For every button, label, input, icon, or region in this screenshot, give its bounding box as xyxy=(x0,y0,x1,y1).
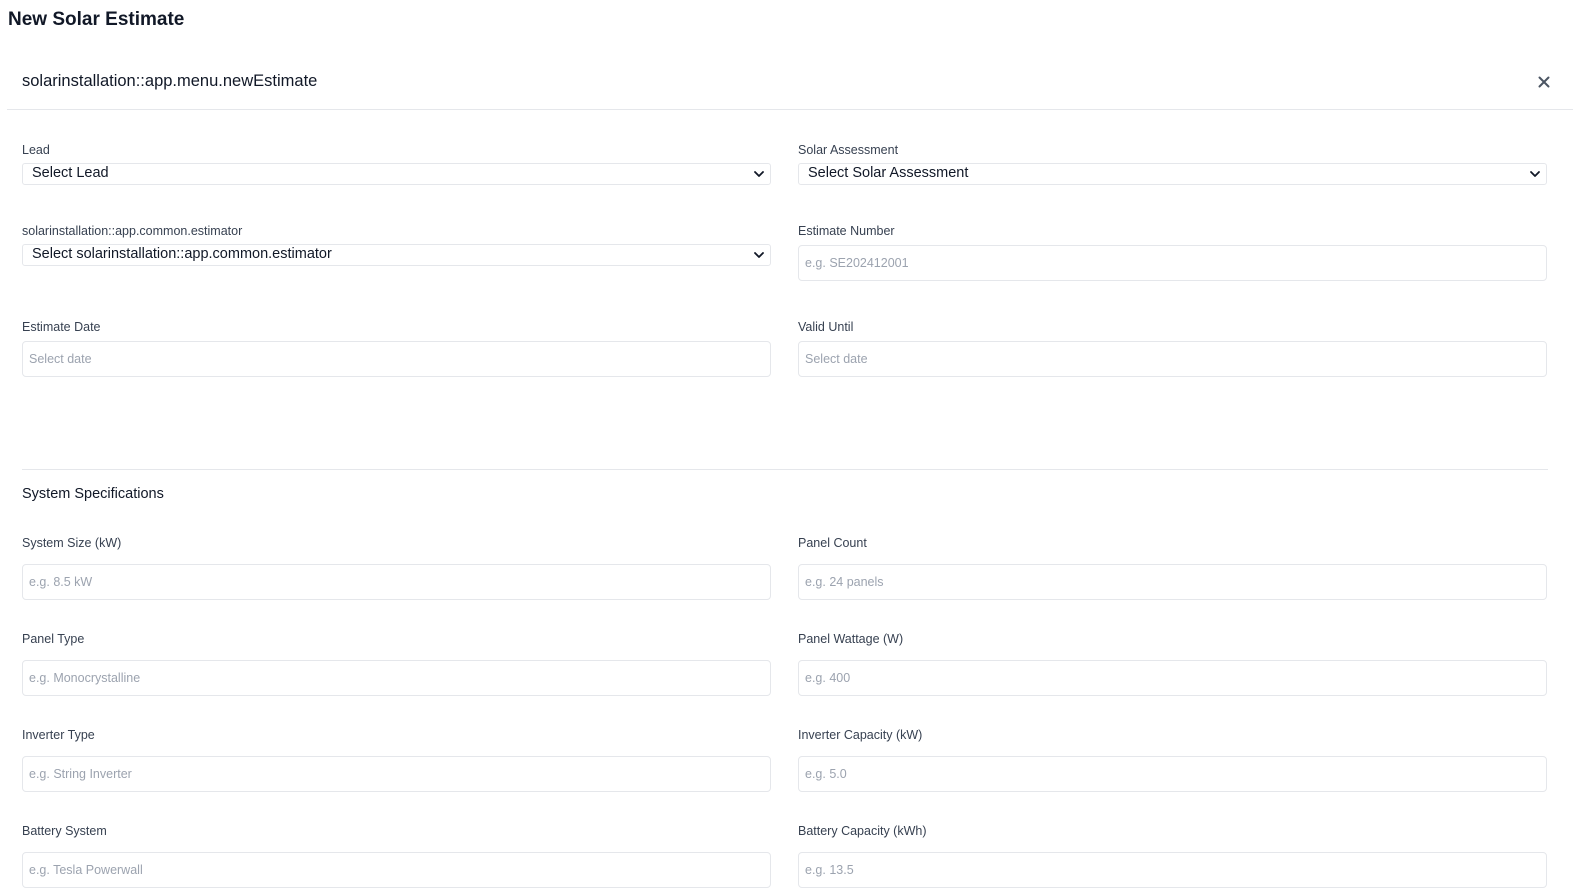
panel-type-input-wrapper xyxy=(22,660,771,696)
estimate-number-label: Estimate Number xyxy=(798,224,895,238)
inverter-capacity-label: Inverter Capacity (kW) xyxy=(798,728,923,742)
lead-label: Lead xyxy=(22,143,50,157)
valid-until-input[interactable] xyxy=(799,342,1546,376)
chevron-down-icon xyxy=(754,252,764,258)
estimate-date-input[interactable] xyxy=(23,342,770,376)
battery-capacity-input-wrapper xyxy=(798,852,1547,888)
estimator-select-value: Select solarinstallation::app.common.est… xyxy=(32,246,332,262)
lead-select[interactable]: Select Lead xyxy=(22,163,771,185)
inverter-capacity-input[interactable] xyxy=(799,757,1546,791)
page-title: New Solar Estimate xyxy=(8,9,185,30)
estimate-number-input[interactable] xyxy=(799,246,1546,280)
inverter-type-input[interactable] xyxy=(23,757,770,791)
modal-title: solarinstallation::app.menu.newEstimate xyxy=(22,72,318,90)
chevron-down-icon xyxy=(1530,171,1540,177)
estimator-label: solarinstallation::app.common.estimator xyxy=(22,224,243,238)
panel-count-input-wrapper xyxy=(798,564,1547,600)
close-icon xyxy=(1538,76,1550,88)
estimator-select[interactable]: Select solarinstallation::app.common.est… xyxy=(22,244,771,266)
inverter-capacity-input-wrapper xyxy=(798,756,1547,792)
panel-wattage-label: Panel Wattage (W) xyxy=(798,632,904,646)
system-size-input[interactable] xyxy=(23,565,770,599)
modal-header: solarinstallation::app.menu.newEstimate xyxy=(7,56,1573,110)
battery-capacity-input[interactable] xyxy=(799,853,1546,887)
battery-system-input-wrapper xyxy=(22,852,771,888)
valid-until-label: Valid Until xyxy=(798,320,854,334)
panel-count-label: Panel Count xyxy=(798,536,867,550)
valid-until-input-wrapper xyxy=(798,341,1547,377)
chevron-down-icon xyxy=(754,171,764,177)
system-size-input-wrapper xyxy=(22,564,771,600)
system-size-label: System Size (kW) xyxy=(22,536,122,550)
panel-type-input[interactable] xyxy=(23,661,770,695)
solar-assessment-label: Solar Assessment xyxy=(798,143,899,157)
battery-capacity-label: Battery Capacity (kWh) xyxy=(798,824,927,838)
panel-count-input[interactable] xyxy=(799,565,1546,599)
solar-assessment-select-value: Select Solar Assessment xyxy=(808,165,969,181)
system-specifications-title: System Specifications xyxy=(22,486,164,502)
close-button[interactable] xyxy=(1532,70,1556,94)
solar-assessment-select[interactable]: Select Solar Assessment xyxy=(798,163,1547,185)
lead-select-value: Select Lead xyxy=(32,165,109,181)
section-divider xyxy=(22,469,1548,470)
panel-wattage-input-wrapper xyxy=(798,660,1547,696)
battery-system-input[interactable] xyxy=(23,853,770,887)
inverter-type-label: Inverter Type xyxy=(22,728,95,742)
inverter-type-input-wrapper xyxy=(22,756,771,792)
battery-system-label: Battery System xyxy=(22,824,107,838)
panel-type-label: Panel Type xyxy=(22,632,85,646)
estimate-number-input-wrapper xyxy=(798,245,1547,281)
estimate-date-label: Estimate Date xyxy=(22,320,101,334)
new-estimate-modal: solarinstallation::app.menu.newEstimate … xyxy=(7,56,1573,888)
panel-wattage-input[interactable] xyxy=(799,661,1546,695)
estimate-date-input-wrapper xyxy=(22,341,771,377)
